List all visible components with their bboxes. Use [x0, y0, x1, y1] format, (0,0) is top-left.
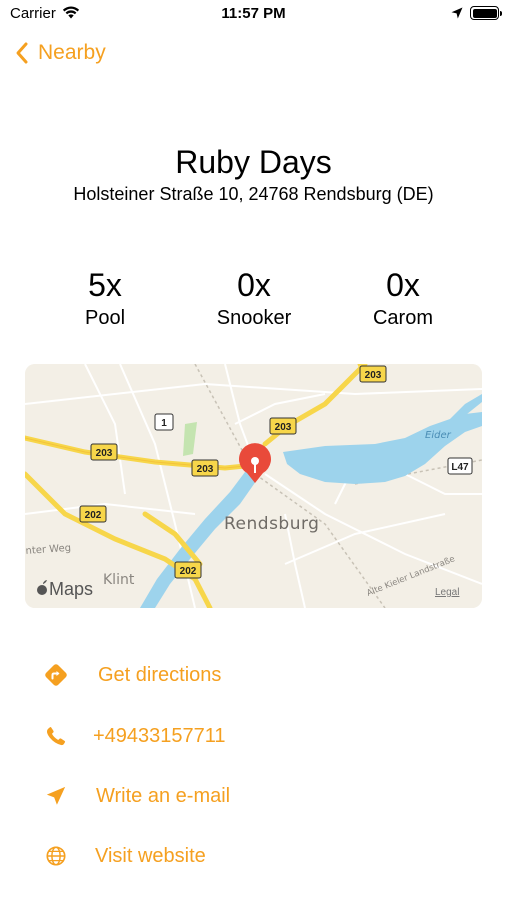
road-badge: 202: [174, 561, 202, 579]
venue-name: Ruby Days: [175, 144, 332, 180]
map-view[interactable]: 203 1 203 203 203 L47 202 202 Eider Rend…: [25, 364, 482, 608]
road-badge-label: 203: [275, 422, 292, 433]
stat-count: 0x: [386, 267, 420, 303]
back-button[interactable]: Nearby: [14, 36, 106, 70]
stat-count: 5x: [88, 267, 122, 303]
visit-website-button[interactable]: Visit website: [40, 836, 460, 876]
action-label: Get directions: [98, 663, 222, 686]
send-icon: [44, 785, 68, 807]
town-label: Rendsburg: [224, 514, 319, 534]
status-bar: Carrier 11:57 PM: [0, 0, 507, 28]
road-badge-label: 203: [365, 370, 382, 381]
road-badge: L47: [447, 457, 473, 475]
action-label: Write an e-mail: [96, 784, 231, 807]
maps-logo-label: Maps: [49, 579, 93, 599]
battery-icon: [470, 6, 502, 20]
venue-address: Holsteiner Straße 10, 24768 Rendsburg (D…: [73, 184, 434, 204]
phone-icon: [44, 725, 68, 747]
map-graphic: 203 1 203 203 203 L47 202 202 Eider Rend…: [25, 364, 482, 608]
action-label: +49433157711: [93, 724, 226, 747]
legal-link[interactable]: Legal: [435, 587, 459, 598]
chevron-left-icon: [16, 42, 28, 64]
stat-count: 0x: [237, 267, 271, 303]
road-badge: 203: [191, 459, 219, 477]
globe-icon: [44, 845, 68, 867]
road-badge-label: L47: [451, 462, 469, 473]
road-badge-label: 203: [96, 448, 113, 459]
location-services-icon: [451, 6, 463, 24]
get-directions-button[interactable]: Get directions: [40, 655, 460, 695]
directions-icon: [44, 664, 68, 686]
road-badge-label: 202: [180, 566, 197, 577]
stat-snooker: 0x Snooker: [179, 266, 329, 332]
action-label: Visit website: [95, 844, 206, 867]
write-email-button[interactable]: Write an e-mail: [40, 776, 460, 816]
road-badge-label: 1: [161, 418, 167, 429]
back-label: Nearby: [38, 41, 106, 64]
road-badge: 1: [154, 413, 174, 431]
road-badge: 203: [269, 417, 297, 435]
stat-label: Carom: [372, 307, 433, 329]
road-badge-label: 203: [197, 464, 214, 475]
klint-label: Klint: [103, 572, 135, 588]
call-phone-button[interactable]: +49433157711: [40, 716, 460, 756]
stat-carom: 0x Carom: [328, 266, 478, 332]
road-badge: 203: [90, 443, 118, 461]
stat-pool: 5x Pool: [30, 266, 180, 332]
stat-label: Pool: [84, 307, 126, 329]
road-badge-label: 202: [85, 510, 102, 521]
road-badge: 203: [359, 365, 387, 383]
stat-label: Snooker: [216, 307, 292, 329]
road-badge: 202: [79, 505, 107, 523]
status-time: 11:57 PM: [221, 5, 286, 22]
river-label: Eider: [425, 430, 452, 441]
